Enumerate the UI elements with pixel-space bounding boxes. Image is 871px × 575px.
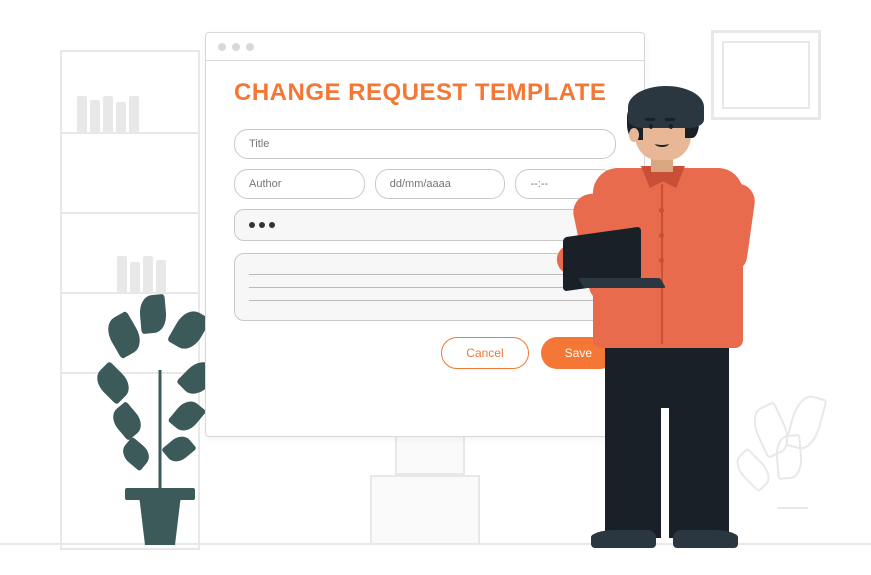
password-section[interactable] [234, 209, 616, 241]
window-titlebar [206, 33, 644, 61]
cancel-button[interactable]: Cancel [441, 337, 528, 369]
window-control-dot[interactable] [246, 43, 254, 51]
form-title: CHANGE REQUEST TEMPLATE [234, 79, 616, 107]
background-box [370, 475, 480, 545]
window-control-dot[interactable] [232, 43, 240, 51]
author-input[interactable] [234, 169, 365, 199]
date-input[interactable] [375, 169, 506, 199]
laptop-icon [563, 232, 663, 300]
password-dots-icon [249, 222, 601, 228]
window-control-dot[interactable] [218, 43, 226, 51]
person-illustration [573, 78, 763, 548]
title-input[interactable] [234, 129, 616, 159]
